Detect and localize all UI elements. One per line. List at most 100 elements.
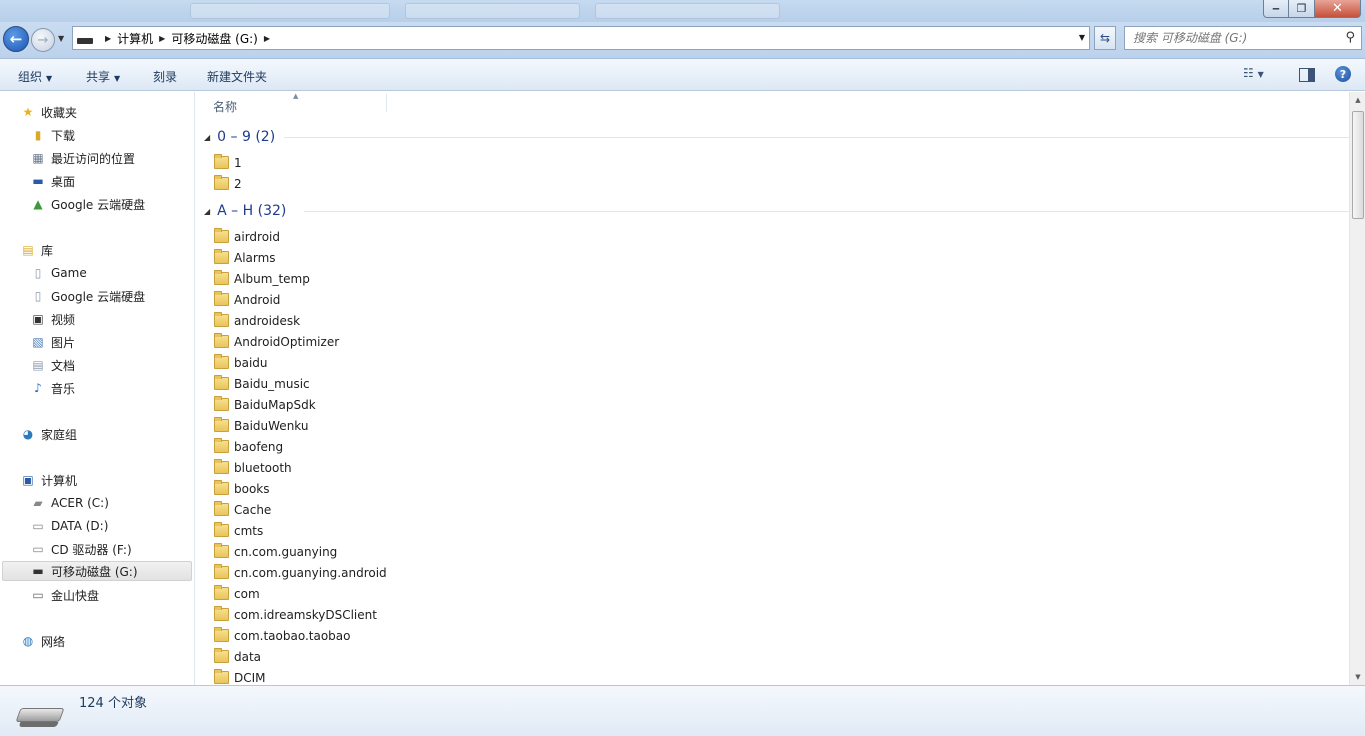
list-item[interactable]: baofeng [214, 436, 283, 457]
breadcrumb-separator-icon[interactable]: ▶ [264, 34, 270, 43]
list-item[interactable]: 2 [214, 173, 242, 194]
nav-item-google-drive[interactable]: ▲ Google 云端硬盘 [30, 194, 145, 214]
refresh-button[interactable]: ⇆ [1094, 26, 1116, 50]
breadcrumb-drive-g[interactable]: 可移动磁盘 (G:) [171, 30, 258, 47]
search-box[interactable]: ⚲ [1124, 26, 1362, 50]
list-item[interactable]: Baidu_music [214, 373, 310, 394]
breadcrumb-separator-icon[interactable]: ▶ [105, 34, 111, 43]
scrollbar-thumb[interactable] [1352, 111, 1364, 219]
nav-item-videos[interactable]: ▣ 视频 [30, 309, 75, 329]
details-pane: 124 个对象 [0, 685, 1365, 736]
search-icon[interactable]: ⚲ [1345, 30, 1355, 45]
address-row: ← → ▼ ▶ 计算机 ▶ 可移动磁盘 (G:) ▶ ▼ ⇆ ⚲ [0, 22, 1365, 58]
folder-icon [214, 333, 229, 348]
nav-item-desktop[interactable]: ▬ 桌面 [30, 171, 75, 191]
share-button[interactable]: 共享 ▼ [86, 68, 120, 85]
nav-network[interactable]: ◍ 网络 [20, 631, 65, 651]
column-separator[interactable] [386, 94, 387, 112]
list-item[interactable]: Android [214, 289, 280, 310]
system-drive-icon: ▰ [33, 496, 43, 510]
list-item[interactable]: airdroid [214, 226, 280, 247]
help-button[interactable]: ? [1335, 66, 1351, 82]
list-item[interactable]: Alarms [214, 247, 276, 268]
nav-favorites[interactable]: ★ 收藏夹 [20, 102, 77, 122]
address-bar[interactable]: ▶ 计算机 ▶ 可移动磁盘 (G:) ▶ ▼ [72, 26, 1090, 50]
list-item[interactable]: BaiduWenku [214, 415, 308, 436]
breadcrumb-computer[interactable]: 计算机 [117, 30, 153, 47]
nav-item-music[interactable]: ♪ 音乐 [30, 378, 75, 398]
list-item[interactable]: 1 [214, 152, 242, 173]
list-item[interactable]: bluetooth [214, 457, 292, 478]
nav-drive-g[interactable]: ▬ 可移动磁盘 (G:) [2, 561, 192, 581]
folder-icon [214, 522, 229, 537]
nav-item-recent-places[interactable]: ▦ 最近访问的位置 [30, 148, 135, 168]
list-item[interactable]: baidu [214, 352, 268, 373]
preview-pane-button[interactable] [1299, 68, 1315, 82]
nav-item-downloads[interactable]: ▮ 下载 [30, 125, 75, 145]
collapse-triangle-icon[interactable]: ◢ [204, 207, 210, 216]
recent-pages-dropdown[interactable]: ▼ [58, 34, 64, 43]
details-view-icon: ☷ [1243, 66, 1254, 80]
list-item[interactable]: com [214, 583, 260, 604]
list-item[interactable]: com.idreamskyDSClient [214, 604, 377, 625]
list-item[interactable]: cn.com.guanying [214, 541, 337, 562]
nav-computer[interactable]: ▣ 计算机 [20, 470, 77, 490]
nav-item-game[interactable]: ▯ Game [30, 263, 87, 283]
nav-homegroup[interactable]: ◕ 家庭组 [20, 424, 77, 444]
view-options-button[interactable]: ☷ ▼ [1243, 66, 1264, 80]
taskbar-ghost-tab [190, 3, 390, 19]
group-header-0-9[interactable]: ◢ 0 – 9 (2) [204, 127, 1349, 147]
list-item[interactable]: data [214, 646, 261, 667]
folder-icon [214, 175, 229, 190]
nav-drive-c[interactable]: ▰ ACER (C:) [30, 493, 109, 513]
removable-drive-large-icon [15, 708, 65, 722]
list-item[interactable]: cn.com.guanying.android [214, 562, 387, 583]
taskbar-ghost-tab [595, 3, 780, 19]
collapse-triangle-icon[interactable]: ◢ [204, 133, 210, 142]
removable-drive-icon [77, 38, 93, 44]
list-item[interactable]: DCIM [214, 667, 266, 685]
new-folder-button[interactable]: 新建文件夹 [207, 68, 267, 85]
nav-item-lib-google-drive[interactable]: ▯ Google 云端硬盘 [30, 286, 145, 306]
nav-kuaipan[interactable]: ▭ 金山快盘 [30, 585, 99, 605]
organize-button[interactable]: 组织 ▼ [18, 68, 52, 85]
folder-icon [214, 648, 229, 663]
list-item[interactable]: com.taobao.taobao [214, 625, 350, 646]
list-item[interactable]: Cache [214, 499, 271, 520]
nav-item-documents[interactable]: ▤ 文档 [30, 355, 75, 375]
forward-button[interactable]: → [31, 28, 55, 52]
breadcrumb-separator-icon[interactable]: ▶ [159, 34, 165, 43]
folder-icon [214, 669, 229, 684]
folder-icon [214, 396, 229, 411]
kuaipan-drive-icon: ▭ [32, 588, 44, 602]
list-item[interactable]: androidesk [214, 310, 300, 331]
list-item[interactable]: Album_temp [214, 268, 310, 289]
column-header-name[interactable]: 名称 [213, 98, 237, 115]
nav-drive-f[interactable]: ▭ CD 驱动器 (F:) [30, 539, 131, 559]
maximize-button[interactable]: ❐ [1289, 0, 1315, 18]
group-header-a-h[interactable]: ◢ A – H (32) [204, 201, 1349, 221]
scroll-up-arrow-icon[interactable]: ▲ [1350, 92, 1365, 108]
list-item[interactable]: BaiduMapSdk [214, 394, 316, 415]
burn-button[interactable]: 刻录 [153, 68, 177, 85]
back-button[interactable]: ← [3, 26, 29, 52]
removable-drive-icon: ▬ [32, 564, 44, 578]
chevron-down-icon: ▼ [114, 74, 121, 83]
minimize-button[interactable]: ‒ [1263, 0, 1289, 18]
sort-ascending-icon: ▲ [293, 92, 299, 100]
nav-drive-d[interactable]: ▭ DATA (D:) [30, 516, 108, 536]
vertical-scrollbar[interactable]: ▲ ▼ [1349, 92, 1365, 685]
list-item[interactable]: books [214, 478, 270, 499]
file-list: ▲ 名称 ◢ 0 – 9 (2) 1 2 ◢ A – H (32) airdro… [196, 92, 1349, 685]
list-item[interactable]: cmts [214, 520, 263, 541]
list-item[interactable]: AndroidOptimizer [214, 331, 339, 352]
search-input[interactable] [1125, 27, 1335, 49]
close-button[interactable]: ✕ [1315, 0, 1361, 18]
nav-libraries[interactable]: ▤ 库 [20, 240, 53, 260]
document-library-icon: ▯ [34, 289, 42, 303]
item-count: 124 个对象 [79, 696, 147, 711]
address-dropdown-icon[interactable]: ▼ [1079, 33, 1085, 42]
nav-item-pictures[interactable]: ▧ 图片 [30, 332, 75, 352]
scroll-down-arrow-icon[interactable]: ▼ [1350, 669, 1365, 685]
hard-drive-icon: ▭ [32, 519, 44, 533]
